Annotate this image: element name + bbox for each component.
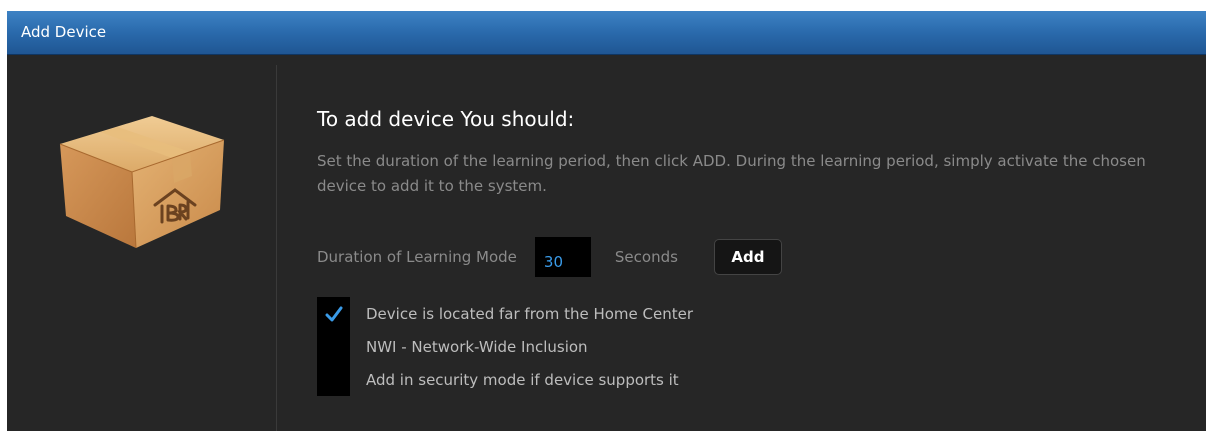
instructions-area: To add device You should: Set the durati…: [317, 107, 1177, 396]
security-mode-checkbox[interactable]: [317, 363, 350, 396]
add-button[interactable]: Add: [713, 239, 782, 275]
option-security-mode: Add in security mode if device supports …: [317, 363, 693, 396]
option-far-from-home-center: Device is located far from the Home Cent…: [317, 297, 693, 330]
duration-row: Duration of Learning Mode Seconds Add: [317, 237, 782, 277]
option-label: NWI - Network-Wide Inclusion: [366, 337, 588, 356]
add-device-panel: Add Device To add device You should: Set…: [7, 11, 1206, 431]
checkmark-icon: [325, 306, 342, 321]
duration-input[interactable]: [534, 237, 591, 277]
option-label: Device is located far from the Home Cent…: [366, 304, 694, 323]
options-list: Device is located far from the Home Cent…: [317, 297, 693, 396]
dialog-header: Add Device: [7, 11, 1206, 55]
instructions-description: Set the duration of the learning period,…: [317, 152, 1146, 195]
far-from-home-center-checkbox[interactable]: [317, 297, 350, 330]
package-box-icon: [59, 116, 225, 249]
duration-label: Duration of Learning Mode: [317, 248, 517, 266]
option-nwi: NWI - Network-Wide Inclusion: [317, 330, 693, 363]
nwi-checkbox[interactable]: [317, 330, 350, 363]
option-label: Add in security mode if device supports …: [366, 370, 679, 389]
instructions-heading: To add device You should:: [317, 107, 575, 131]
seconds-label: Seconds: [614, 248, 678, 266]
dialog-title: Add Device: [21, 23, 107, 41]
